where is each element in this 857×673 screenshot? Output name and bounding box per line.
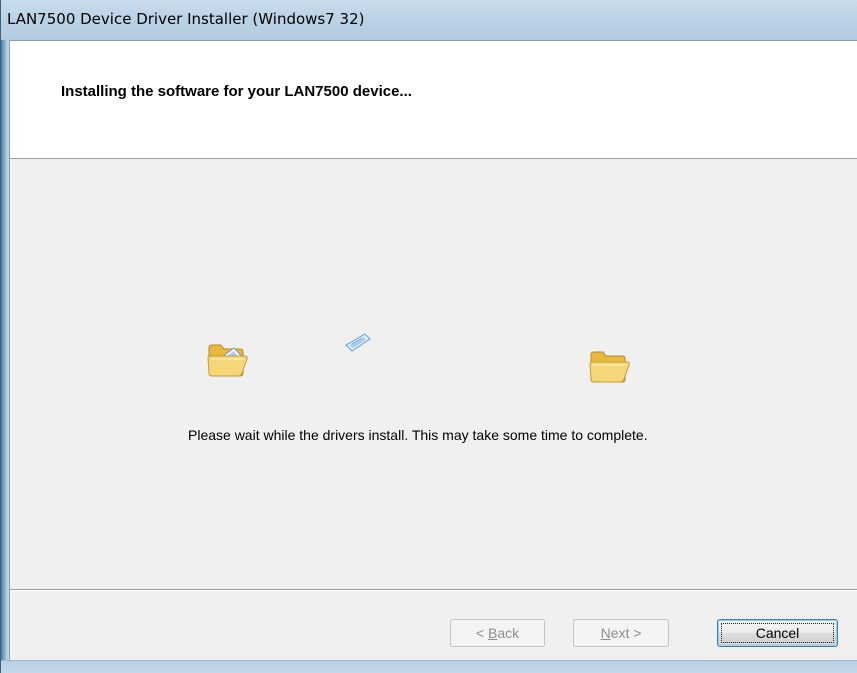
title-bar[interactable]: LAN7500 Device Driver Installer (Windows… bbox=[1, 0, 857, 40]
next-button[interactable]: Next > bbox=[573, 619, 669, 647]
progress-area bbox=[10, 159, 857, 590]
cancel-button-label: Cancel bbox=[755, 625, 800, 641]
flying-document-icon bbox=[345, 333, 371, 352]
back-button-mnemonic: B bbox=[487, 625, 498, 641]
wizard-header: Installing the software for your LAN7500… bbox=[10, 41, 857, 159]
status-message: Please wait while the drivers install. T… bbox=[188, 427, 648, 443]
window-title: LAN7500 Device Driver Installer (Windows… bbox=[7, 10, 365, 28]
open-folder-icon bbox=[207, 344, 248, 377]
back-button-prefix: < bbox=[475, 625, 488, 641]
header-title: Installing the software for your LAN7500… bbox=[61, 83, 412, 100]
next-button-rest: ext > bbox=[610, 625, 642, 641]
cancel-button[interactable]: Cancel bbox=[717, 619, 838, 647]
button-separator bbox=[10, 589, 857, 591]
next-button-mnemonic: N bbox=[600, 625, 611, 641]
window-bottom-border bbox=[1, 660, 857, 673]
dialog-client-area: Installing the software for your LAN7500… bbox=[9, 40, 857, 661]
back-button[interactable]: < Back bbox=[450, 619, 545, 647]
back-button-rest: ack bbox=[497, 625, 520, 641]
destination-folder-icon bbox=[589, 351, 630, 383]
installer-window: LAN7500 Device Driver Installer (Windows… bbox=[0, 0, 857, 673]
